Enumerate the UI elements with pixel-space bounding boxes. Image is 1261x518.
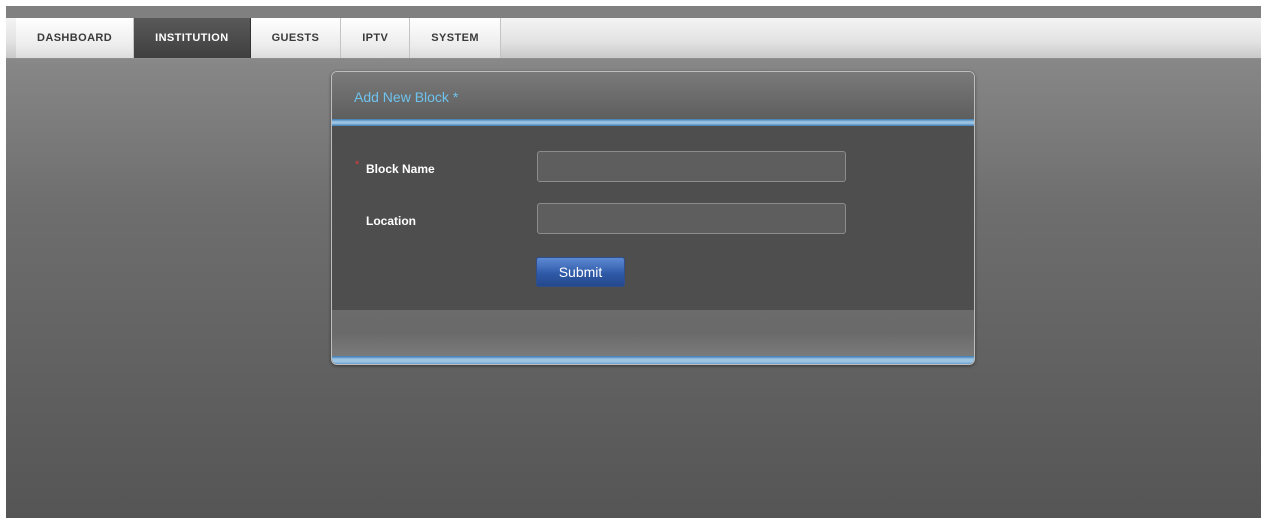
panel-footer-divider <box>332 356 974 364</box>
location-label: Location <box>366 214 416 228</box>
block-name-label: Block Name <box>366 162 435 176</box>
top-stripe <box>6 6 1261 18</box>
main-nav-bar: DASHBOARD INSTITUTION GUESTS IPTV SYSTEM <box>6 18 1261 59</box>
tab-institution[interactable]: INSTITUTION <box>134 18 251 58</box>
tab-iptv[interactable]: IPTV <box>341 18 411 58</box>
add-block-panel: Add New Block * * Block Name Location Su… <box>331 71 975 365</box>
panel-body: * Block Name Location Submit <box>332 126 974 310</box>
required-marker: * <box>355 159 360 171</box>
nav-tabs: DASHBOARD INSTITUTION GUESTS IPTV SYSTEM <box>16 18 501 58</box>
app-frame: DASHBOARD INSTITUTION GUESTS IPTV SYSTEM… <box>6 6 1261 518</box>
panel-title: Add New Block * <box>354 89 459 105</box>
submit-button[interactable]: Submit <box>536 257 625 287</box>
panel-footer <box>332 310 974 356</box>
tab-guests[interactable]: GUESTS <box>250 18 342 58</box>
panel-header-divider <box>332 119 974 126</box>
panel-header: Add New Block * <box>332 72 974 119</box>
location-input[interactable] <box>537 203 846 234</box>
tab-dashboard[interactable]: DASHBOARD <box>16 18 135 58</box>
tab-system[interactable]: SYSTEM <box>410 18 501 58</box>
block-name-input[interactable] <box>537 151 846 182</box>
